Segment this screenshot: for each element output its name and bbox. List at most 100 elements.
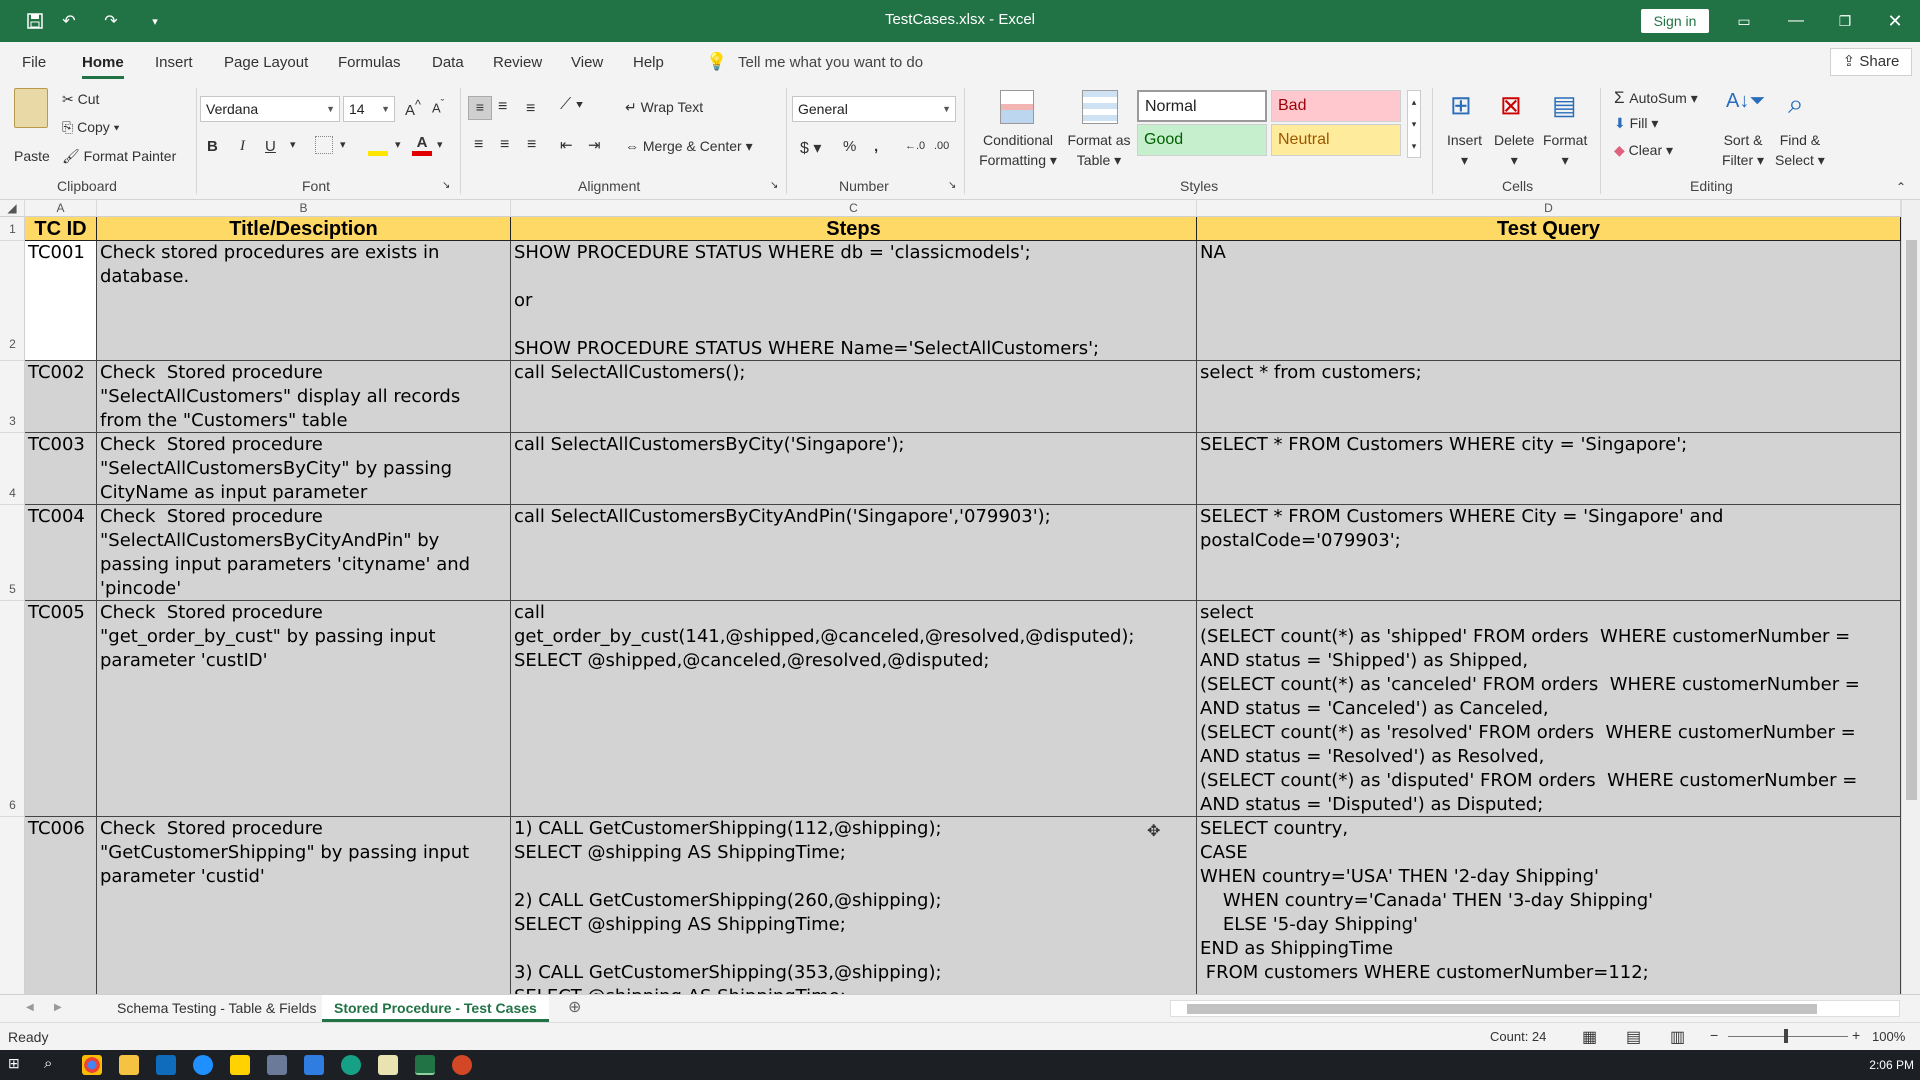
format-painter-button[interactable]: 🖌 Format Painter xyxy=(62,148,176,165)
wrap-text-button[interactable]: ↵ Wrap Text xyxy=(625,99,703,116)
font-color-icon[interactable]: A xyxy=(412,134,432,156)
undo-icon[interactable]: ↶ xyxy=(54,10,84,32)
cell-steps[interactable]: 1) CALL GetCustomerShipping(112,@shippin… xyxy=(511,817,1197,994)
zoom-out-icon[interactable]: − xyxy=(1710,1027,1718,1043)
cell-test-query[interactable]: select * from customers; xyxy=(1197,361,1901,433)
header-cell[interactable]: TC ID xyxy=(25,217,97,241)
conditional-formatting-icon[interactable] xyxy=(1000,90,1034,124)
underline-icon[interactable]: U xyxy=(265,138,276,155)
merge-center-button[interactable]: ⇔ Merge & Center ▾ xyxy=(625,138,753,155)
clear-button[interactable]: ◆ Clear ▾ xyxy=(1614,142,1673,159)
tab-insert[interactable]: Insert xyxy=(155,54,193,71)
zoom-level[interactable]: 100% xyxy=(1872,1029,1905,1044)
scrollbar-thumb[interactable] xyxy=(1906,240,1917,800)
bold-icon[interactable]: B xyxy=(207,138,218,155)
row-header[interactable]: 3 xyxy=(0,361,25,433)
column-header-c[interactable]: C xyxy=(511,200,1197,217)
insert-cells-button[interactable]: Insert ▾ xyxy=(1447,130,1482,170)
restore-icon[interactable]: ❐ xyxy=(1822,0,1868,42)
italic-icon[interactable]: I xyxy=(240,138,245,155)
cell-test-query[interactable]: SELECT * FROM Customers WHERE City = 'Si… xyxy=(1197,505,1901,601)
cell-title[interactable]: Check Stored procedure "get_order_by_cus… xyxy=(97,601,511,817)
column-header-b[interactable]: B xyxy=(97,200,511,217)
format-cells-button[interactable]: Format ▾ xyxy=(1543,130,1587,170)
align-right-icon[interactable]: ≡ xyxy=(527,136,536,154)
increase-decimal-icon[interactable]: ←.0 xyxy=(905,140,925,152)
dialog-launcher-icon[interactable]: ↘ xyxy=(948,180,956,191)
redo-icon[interactable]: ↷ xyxy=(96,10,126,32)
shrink-font-icon[interactable]: Aˇ xyxy=(432,98,444,115)
paste-button[interactable]: Paste xyxy=(14,148,50,164)
borders-icon[interactable] xyxy=(315,136,333,154)
borders-dropdown-icon[interactable]: ▾ xyxy=(340,138,346,151)
tab-file[interactable]: File xyxy=(22,54,46,71)
chrome-icon[interactable] xyxy=(82,1055,102,1075)
style-bad[interactable]: Bad xyxy=(1271,90,1401,122)
cell-test-query[interactable]: select (SELECT count(*) as 'shipped' FRO… xyxy=(1197,601,1901,817)
cell-tc-id[interactable]: TC005 xyxy=(25,601,97,817)
header-cell[interactable]: Test Query xyxy=(1197,217,1901,241)
scrollbar-thumb[interactable] xyxy=(1187,1004,1817,1014)
app-icon[interactable] xyxy=(304,1055,324,1075)
add-sheet-icon[interactable]: ⊕ xyxy=(556,995,593,1022)
bottom-align-icon[interactable]: ≡ xyxy=(526,100,535,118)
sticky-notes-icon[interactable] xyxy=(230,1055,250,1075)
header-cell[interactable]: Title/Desciption xyxy=(97,217,511,241)
save-icon[interactable] xyxy=(20,10,50,32)
collapse-ribbon-icon[interactable]: ⌃ xyxy=(1896,180,1906,194)
cell-tc-id[interactable]: TC003 xyxy=(25,433,97,505)
row-header[interactable]: 2 xyxy=(0,241,25,361)
worksheet-grid[interactable]: TC ID Title/Desciption Steps Test Query … xyxy=(25,217,1901,994)
column-header-d[interactable]: D xyxy=(1197,200,1901,217)
row-header[interactable]: 1 xyxy=(0,217,25,241)
format-as-table-button[interactable]: Format as Table ▾ xyxy=(1063,130,1135,170)
style-normal[interactable]: Normal xyxy=(1137,90,1267,122)
font-color-dropdown-icon[interactable]: ▾ xyxy=(437,138,443,151)
cell-title[interactable]: Check Stored procedure "SelectAllCustome… xyxy=(97,361,511,433)
cell-steps[interactable]: call get_order_by_cust(141,@shipped,@can… xyxy=(511,601,1197,817)
row-header[interactable]: 4 xyxy=(0,433,25,505)
prev-sheet-icon[interactable]: ◀ xyxy=(14,995,46,1022)
tab-page-layout[interactable]: Page Layout xyxy=(224,54,308,71)
fill-button[interactable]: ⬇ Fill ▾ xyxy=(1614,115,1658,132)
zoom-slider[interactable] xyxy=(1728,1036,1848,1037)
middle-align-icon[interactable]: ≡ xyxy=(498,98,507,116)
sort-filter-button[interactable]: Sort & Filter ▾ xyxy=(1722,130,1764,170)
notepad-icon[interactable] xyxy=(378,1055,398,1075)
app-icon[interactable] xyxy=(267,1055,287,1075)
cell-title[interactable]: Check Stored procedure "SelectAllCustome… xyxy=(97,505,511,601)
delete-cells-icon[interactable]: ⊠ xyxy=(1500,90,1522,121)
cell-test-query[interactable]: SELECT country, CASE WHEN country='USA' … xyxy=(1197,817,1901,994)
cell-steps[interactable]: call SelectAllCustomersByCity('Singapore… xyxy=(511,433,1197,505)
increase-indent-icon[interactable]: ⇥ xyxy=(588,136,601,154)
tab-review[interactable]: Review xyxy=(493,54,542,71)
file-explorer-icon[interactable] xyxy=(119,1055,139,1075)
find-select-button[interactable]: Find & Select ▾ xyxy=(1775,130,1825,170)
zoom-slider-thumb[interactable] xyxy=(1784,1029,1788,1043)
sort-filter-icon[interactable]: A↓⏷ xyxy=(1726,90,1765,113)
copy-button[interactable]: ⎘ Copy ▾ xyxy=(62,119,120,136)
edge-icon[interactable] xyxy=(193,1055,213,1075)
start-icon[interactable]: ⊞ xyxy=(8,1055,28,1075)
row-header[interactable]: 6 xyxy=(0,601,25,817)
search-icon[interactable]: ⌕ xyxy=(1788,88,1804,121)
cell-tc-id[interactable]: TC001 xyxy=(25,241,97,361)
page-layout-view-icon[interactable]: ▤ xyxy=(1626,1027,1641,1047)
number-format-select[interactable]: General ▼ xyxy=(792,96,956,122)
align-left-icon[interactable]: ≡ xyxy=(474,136,483,154)
delete-cells-button[interactable]: Delete ▾ xyxy=(1494,130,1534,170)
decrease-decimal-icon[interactable]: .00 xyxy=(934,140,949,152)
powerpoint-icon[interactable] xyxy=(452,1055,472,1075)
cell-title[interactable]: Check Stored procedure "SelectAllCustome… xyxy=(97,433,511,505)
decrease-indent-icon[interactable]: ⇤ xyxy=(560,136,573,154)
cell-tc-id[interactable]: TC002 xyxy=(25,361,97,433)
format-cells-icon[interactable]: ▤ xyxy=(1552,90,1577,121)
minimize-icon[interactable]: — xyxy=(1773,0,1819,42)
customize-toolbar-icon[interactable]: ▾ xyxy=(140,10,170,32)
cell-steps[interactable]: call SelectAllCustomersByCityAndPin('Sin… xyxy=(511,505,1197,601)
format-as-table-icon[interactable] xyxy=(1082,90,1118,124)
tab-help[interactable]: Help xyxy=(633,54,664,71)
ribbon-display-icon[interactable]: ▭ xyxy=(1721,0,1767,42)
normal-view-icon[interactable]: ▦ xyxy=(1582,1027,1597,1047)
fill-dropdown-icon[interactable]: ▾ xyxy=(395,138,401,151)
